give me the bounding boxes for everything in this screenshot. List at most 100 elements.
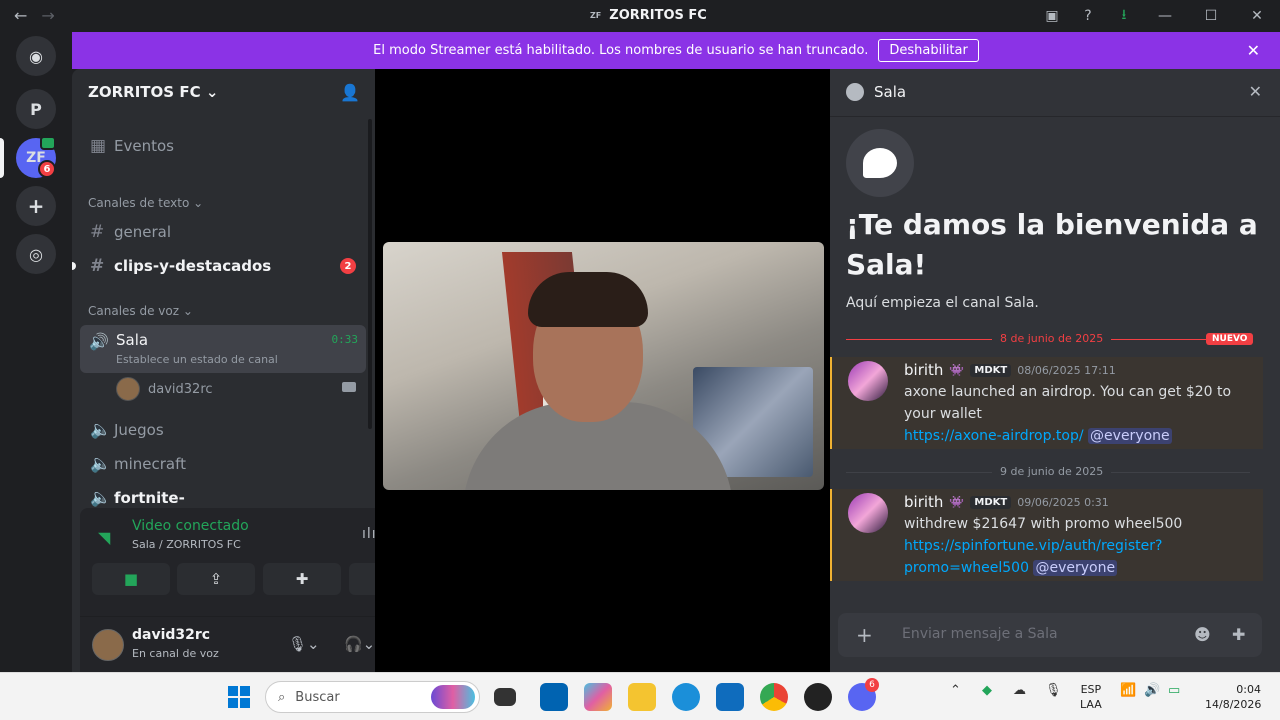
inbox-icon[interactable]: ▣: [1034, 0, 1070, 32]
camera-button[interactable]: ■: [92, 563, 170, 595]
help-icon[interactable]: ?: [1070, 0, 1106, 32]
wifi-icon[interactable]: 📶: [1120, 683, 1136, 698]
close-chat-icon[interactable]: ✕: [1249, 82, 1262, 101]
headphones-icon[interactable]: 🎧⌄: [344, 635, 375, 653]
activities-button[interactable]: ✚: [263, 563, 341, 595]
file-explorer-icon[interactable]: [628, 683, 656, 711]
store-icon[interactable]: [540, 683, 568, 711]
message[interactable]: birith 👾 MDKT 08/06/2025 17:11 axone launch…: [830, 357, 1263, 449]
video-indicator-icon: [40, 136, 56, 150]
unread-indicator: [72, 262, 76, 270]
copilot-icon[interactable]: [584, 683, 612, 711]
voice-channel-sala[interactable]: 🔊 Sala Establece un estado de canal 0:33: [80, 325, 366, 373]
everyone-mention[interactable]: @everyone: [1088, 428, 1172, 444]
clock-time: 0:04: [1236, 683, 1261, 696]
chrome-icon[interactable]: [760, 683, 788, 711]
guild-tag[interactable]: MDKT: [970, 495, 1012, 509]
download-icon[interactable]: ⭳: [1106, 0, 1142, 32]
invite-icon[interactable]: 👤: [340, 83, 360, 102]
camera-icon: [342, 382, 356, 392]
volume-icon[interactable]: 🔊: [1144, 683, 1160, 698]
compass-icon[interactable]: ◎: [16, 234, 56, 274]
mention-badge: 2: [340, 258, 356, 274]
edge-icon[interactable]: [672, 683, 700, 711]
user-avatar[interactable]: [92, 629, 124, 661]
close-window-button[interactable]: ✕: [1234, 0, 1280, 32]
battery-icon[interactable]: ▭: [1168, 683, 1180, 698]
security-icon[interactable]: ◆: [982, 683, 992, 698]
message-author[interactable]: birith: [904, 493, 943, 511]
video-tile[interactable]: [383, 242, 824, 490]
channel-status[interactable]: Establece un estado de canal: [116, 353, 278, 366]
cloud-icon[interactable]: ☁: [1013, 683, 1026, 698]
mic-tray-icon[interactable]: 🎙: [1045, 683, 1062, 698]
screen-share-button[interactable]: ⇪: [177, 563, 255, 595]
everyone-mention[interactable]: @everyone: [1033, 560, 1118, 576]
selected-server-pill: [0, 138, 4, 178]
message[interactable]: birith 👾 MDKT 09/06/2025 0:31 withdrew $216…: [830, 489, 1263, 581]
banner-close-icon[interactable]: ✕: [1247, 41, 1260, 60]
clock[interactable]: 0:04 14/8/2026: [1205, 682, 1261, 712]
back-arrow-icon[interactable]: ←: [14, 6, 27, 25]
search-highlight-image: [431, 685, 475, 709]
message-input[interactable]: Enviar mensaje a Sala: [902, 626, 1058, 642]
server-logo-icon: ZF: [590, 11, 602, 20]
text-category[interactable]: Canales de texto ⌄: [88, 196, 203, 210]
discord-badge: 6: [865, 678, 879, 692]
language-indicator[interactable]: ESP LAA: [1080, 682, 1102, 712]
message-composer[interactable]: + Enviar mensaje a Sala ☻ ✚: [838, 613, 1262, 657]
start-icon[interactable]: [228, 686, 250, 708]
recorder-icon[interactable]: [804, 683, 832, 711]
speaker-icon: 🔈: [90, 420, 112, 440]
streamer-mode-banner: El modo Streamer está habilitado. Los no…: [72, 32, 1280, 69]
events-item[interactable]: ▦ Eventos: [80, 129, 366, 163]
voice-location[interactable]: Sala / ZORRITOS FC: [132, 538, 241, 551]
message-link[interactable]: https://axone-airdrop.top/: [904, 428, 1084, 444]
task-view-icon[interactable]: [494, 688, 516, 706]
outlook-icon[interactable]: [716, 683, 744, 711]
taskbar-search[interactable]: ⌕ Buscar: [265, 681, 480, 713]
channel-general[interactable]: # general: [80, 215, 366, 249]
attach-plus-icon[interactable]: +: [856, 623, 873, 647]
emoji-icon[interactable]: ☻: [1194, 625, 1211, 644]
avatar[interactable]: [848, 493, 888, 533]
speaker-icon: 🔈: [90, 488, 112, 508]
chat-header: Sala ✕: [830, 69, 1280, 117]
message-text: withdrew $21647 with promo wheel500: [904, 516, 1183, 532]
channel-clips[interactable]: # clips-y-destacados 2: [80, 249, 366, 283]
voice-category[interactable]: Canales de voz ⌄: [88, 304, 193, 318]
add-server-icon[interactable]: +: [16, 186, 56, 226]
language-code: ESP: [1080, 683, 1102, 696]
forward-arrow-icon[interactable]: →: [41, 6, 54, 25]
video-stage: [375, 69, 830, 672]
voice-user[interactable]: david32rc: [116, 377, 213, 401]
keyboard-layout: LAA: [1080, 698, 1102, 711]
server-list: ◉ P ZF 6 + ◎: [0, 32, 72, 672]
chevron-down-icon: ⌄: [205, 83, 219, 101]
voice-status[interactable]: Video conectado: [132, 518, 249, 534]
server-header[interactable]: ZORRITOS FC ⌄: [88, 83, 218, 101]
speaker-icon: 🔊: [89, 332, 109, 351]
server-p[interactable]: P: [16, 89, 56, 129]
disable-streamer-button[interactable]: Deshabilitar: [878, 39, 979, 62]
maximize-button[interactable]: ☐: [1188, 0, 1234, 32]
apps-icon[interactable]: ✚: [1232, 625, 1245, 644]
clock-date: 14/8/2026: [1205, 698, 1262, 711]
scrollbar[interactable]: [368, 119, 372, 429]
date-divider: 8 de junio de 2025: [992, 332, 1112, 345]
message-author[interactable]: birith: [904, 361, 943, 379]
guild-tag[interactable]: MDKT: [970, 363, 1012, 377]
discord-home-icon[interactable]: ◉: [16, 36, 56, 76]
microphone-icon[interactable]: 🎙⌄: [288, 635, 320, 653]
new-badge: NUEVO: [1206, 333, 1254, 345]
channel-juegos[interactable]: 🔈 Juegos: [80, 413, 366, 447]
username[interactable]: david32rc: [132, 627, 210, 643]
chevron-up-icon[interactable]: ⌃: [950, 683, 961, 698]
alien-icon: 👾: [949, 495, 965, 509]
minimize-button[interactable]: —: [1142, 0, 1188, 32]
avatar[interactable]: [848, 361, 888, 401]
signal-icon: ◥: [98, 528, 111, 547]
channel-minecraft[interactable]: 🔈 minecraft: [80, 447, 366, 481]
voice-chat-panel: Sala ✕ ¡Te damos la bienvenida a Sala! A…: [830, 69, 1280, 672]
banner-text: El modo Streamer está habilitado. Los no…: [373, 43, 869, 58]
